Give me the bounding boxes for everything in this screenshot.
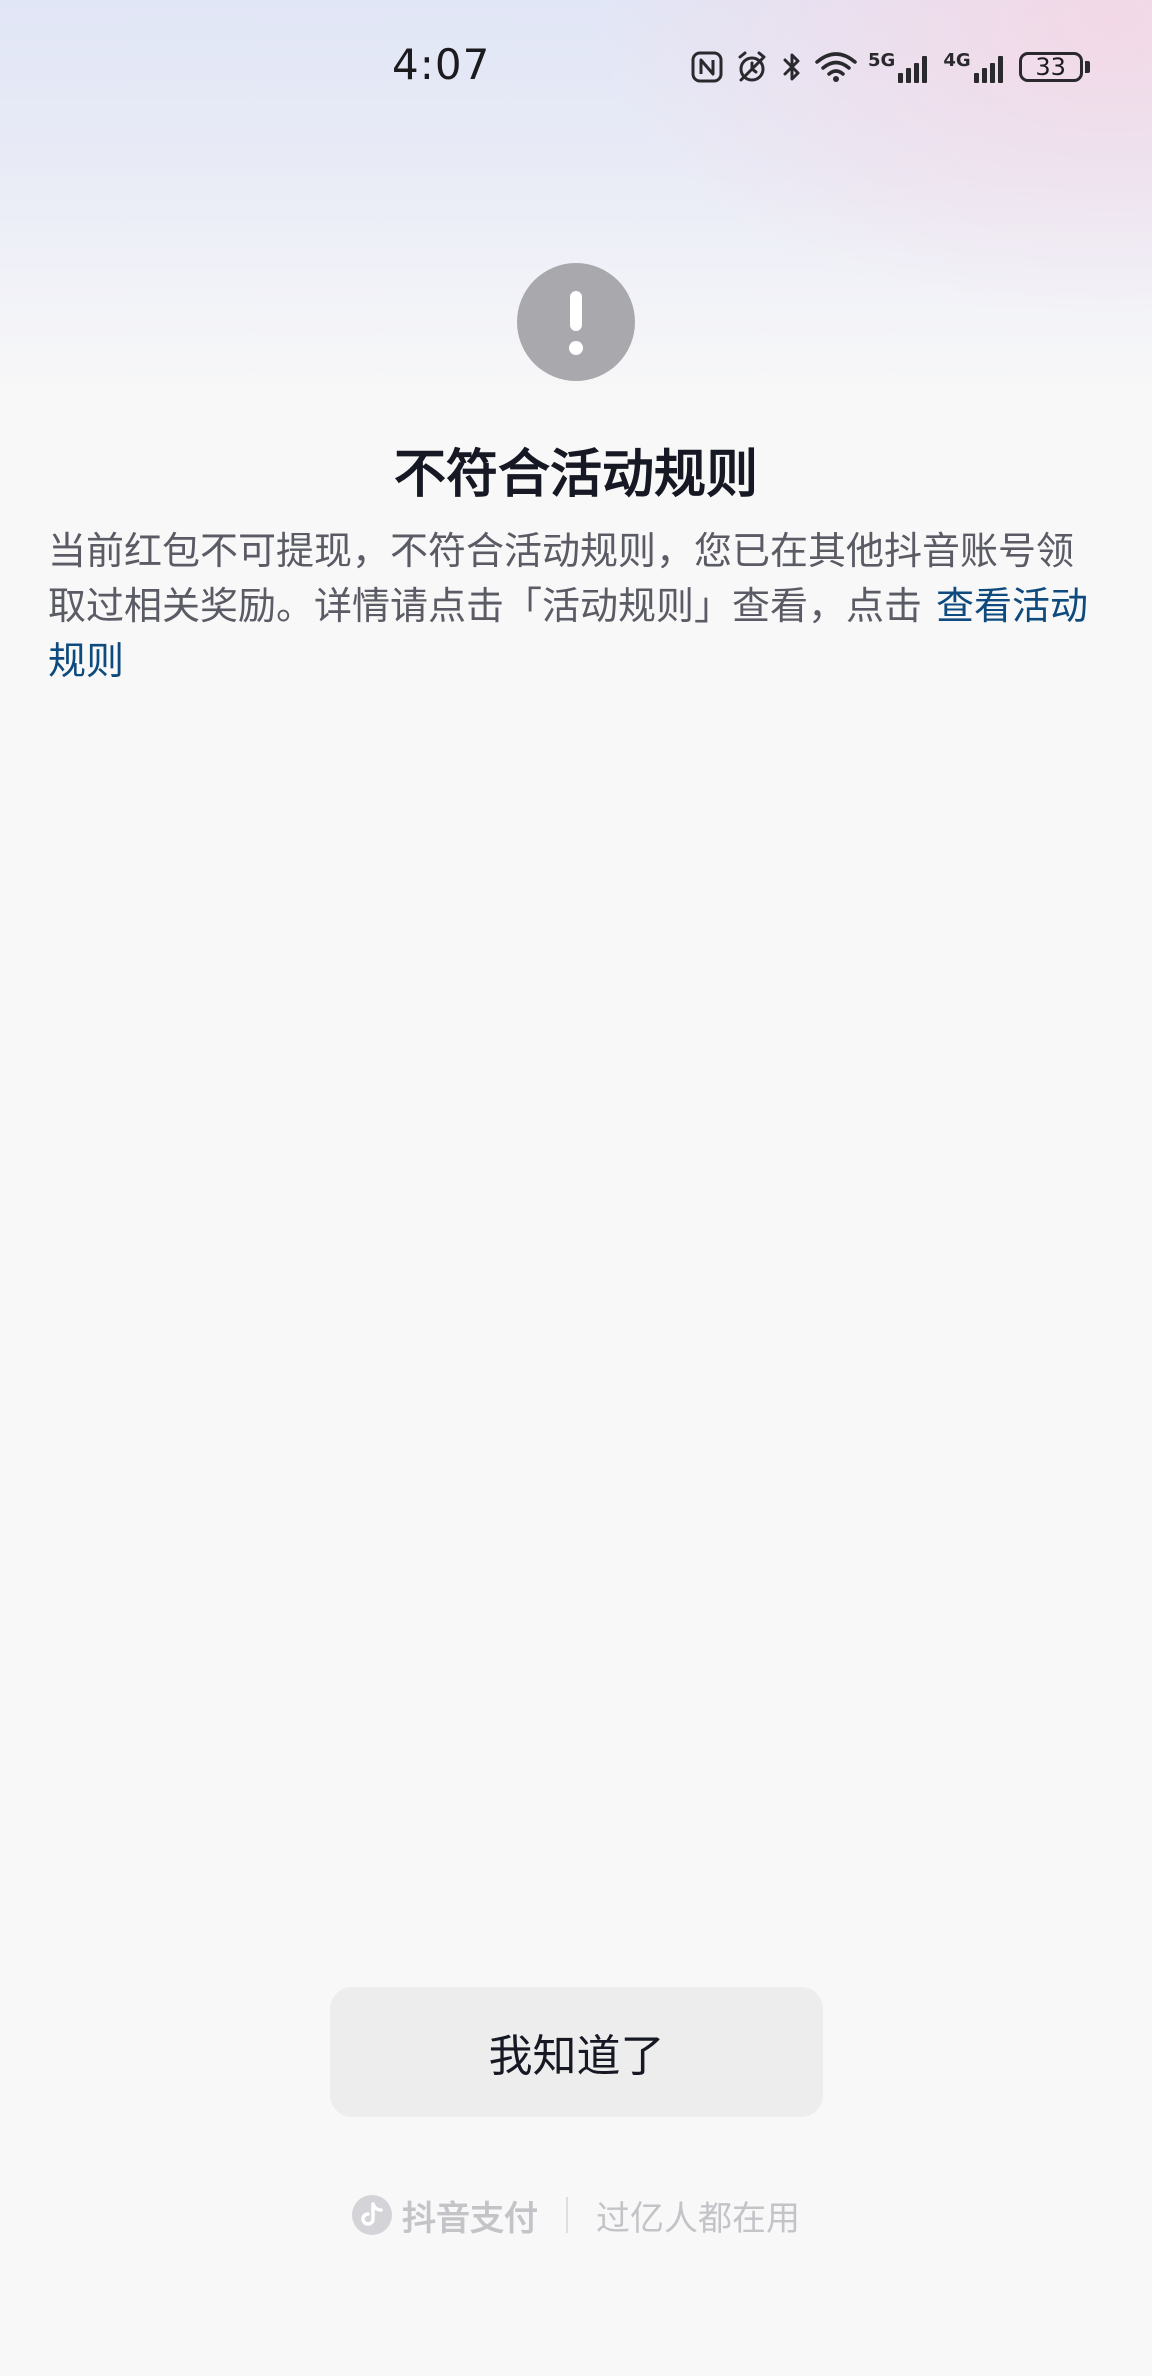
warning-icon-bar <box>570 291 582 331</box>
warning-icon-dot <box>569 341 583 355</box>
dialog-message: 当前红包不可提现，不符合活动规则，您已在其他抖音账号领取过相关奖励。详情请点击「… <box>48 524 1104 689</box>
footer: 抖音支付 过亿人都在用 <box>0 2190 1152 2240</box>
bluetooth-icon <box>780 49 804 85</box>
nfc-icon <box>690 50 724 84</box>
network-4g-label: 4G <box>943 49 971 71</box>
footer-brand-name: 抖音支付 <box>402 2198 538 2239</box>
status-icons: 5G 4G 33 <box>690 44 1090 90</box>
battery-icon: 33 <box>1018 52 1083 82</box>
network-5g-label: 5G <box>868 49 896 71</box>
wifi-icon <box>814 50 858 84</box>
confirm-button[interactable]: 我知道了 <box>330 1987 823 2117</box>
cellular-5g-icon: 5G <box>868 50 933 85</box>
footer-divider <box>566 2197 568 2233</box>
warning-icon <box>517 263 635 381</box>
battery-level: 33 <box>1035 53 1066 81</box>
battery-tip <box>1084 61 1090 73</box>
cellular-4g-icon: 4G <box>943 50 1008 85</box>
footer-slogan: 过亿人都在用 <box>596 2198 800 2239</box>
status-bar: 4:07 5G 4G 33 <box>0 0 1152 140</box>
footer-brand: 抖音支付 <box>352 2191 538 2240</box>
dialog-message-text: 当前红包不可提现，不符合活动规则，您已在其他抖音账号领取过相关奖励。详情请点击「… <box>48 529 1075 628</box>
alarm-muted-icon <box>734 49 770 85</box>
status-time: 4:07 <box>392 40 491 89</box>
dialog-title: 不符合活动规则 <box>393 445 758 505</box>
douyin-logo-icon <box>352 2195 392 2235</box>
